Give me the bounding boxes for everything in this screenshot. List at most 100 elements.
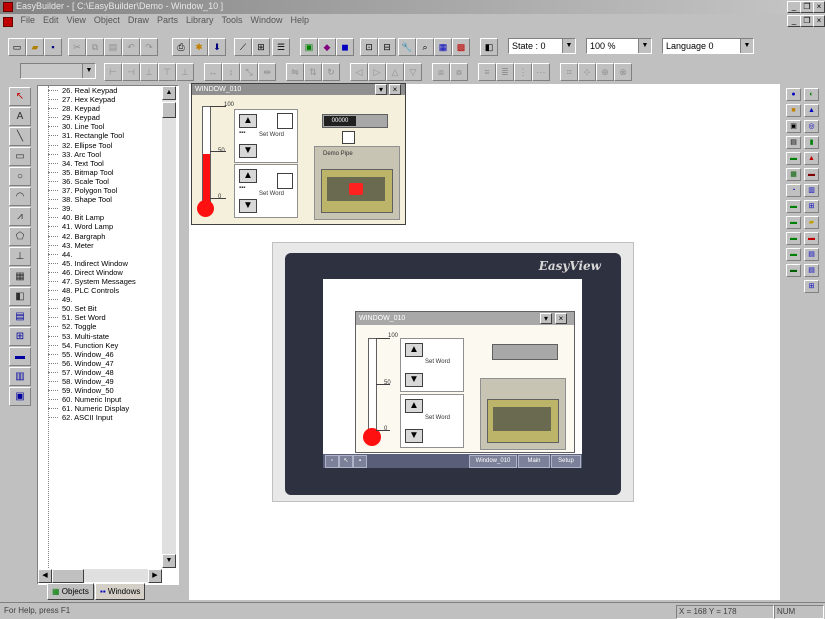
order-back-icon[interactable]: ⧇: [450, 63, 468, 81]
object-select[interactable]: ▼: [20, 63, 96, 79]
snap3-icon[interactable]: ⊕: [596, 63, 614, 81]
table-draw-icon[interactable]: ▤: [9, 307, 31, 326]
fill-icon[interactable]: ◼: [336, 38, 354, 56]
bitmap-draw-icon[interactable]: ▦: [9, 267, 31, 286]
paste-icon[interactable]: ▤: [104, 38, 122, 56]
checkbox-2[interactable]: [277, 173, 293, 189]
scroll-up-icon[interactable]: ▲: [162, 86, 176, 100]
restore-icon[interactable]: ❐: [800, 1, 814, 13]
menu-window[interactable]: Window: [246, 14, 286, 26]
close-icon[interactable]: ×: [813, 1, 825, 13]
tab-windows[interactable]: ▪▪ Windows: [95, 583, 146, 600]
snap2-icon[interactable]: ⊹: [578, 63, 596, 81]
tree-item[interactable]: 37. Polygon Tool: [38, 186, 178, 195]
tree-item[interactable]: 57. Window_48: [38, 368, 178, 377]
bring-front-icon[interactable]: ▣: [300, 38, 318, 56]
align-top-icon[interactable]: ⊤: [158, 63, 176, 81]
language-select[interactable]: Language 0 ▼: [662, 38, 754, 54]
ascii-icon[interactable]: ▬: [804, 168, 819, 181]
checkbox-1[interactable]: [277, 113, 293, 129]
event-icon[interactable]: ▬: [786, 232, 801, 245]
bar-draw-icon[interactable]: ▬: [9, 347, 31, 366]
scroll-thumb[interactable]: [162, 102, 176, 118]
zoom-select[interactable]: 100 % ▼: [586, 38, 652, 54]
tree-item[interactable]: 45. Indirect Window: [38, 259, 178, 268]
bit-lamp-icon[interactable]: ●: [786, 88, 801, 101]
tab-objects[interactable]: ▦ Objects: [47, 583, 94, 600]
group-icon[interactable]: ⊡: [360, 38, 378, 56]
tree-item[interactable]: 58. Window_49: [38, 377, 178, 386]
panel-dropdown-icon[interactable]: ▾: [375, 84, 387, 95]
hmi-dropdown-icon[interactable]: ▾: [540, 313, 552, 324]
line-tool-icon[interactable]: ⟋: [234, 38, 252, 56]
object-tree[interactable]: 26. Real Keypad 27. Hex Keypad 28. Keypad 2…: [37, 85, 179, 585]
tree-item[interactable]: 28. Keypad: [38, 104, 178, 113]
line-draw-icon[interactable]: ╲: [9, 127, 31, 146]
polyline-draw-icon[interactable]: ⩘: [9, 207, 31, 226]
trend-draw-icon[interactable]: ▣: [9, 387, 31, 406]
hmi-increment-icon[interactable]: ▲: [405, 399, 423, 413]
menu-parts[interactable]: Parts: [153, 14, 182, 26]
hmi-footer-btn-3[interactable]: Setup: [551, 455, 581, 468]
bargraph-icon[interactable]: ▥: [804, 184, 819, 197]
hmi-decrement-icon[interactable]: ▼: [405, 429, 423, 443]
slider-icon[interactable]: ▮: [804, 136, 819, 149]
tree-item[interactable]: 26. Real Keypad: [38, 86, 178, 95]
numeric-input-icon[interactable]: ▬: [786, 152, 801, 165]
color-icon[interactable]: ◆: [318, 38, 336, 56]
hmi-close-icon[interactable]: ×: [555, 313, 567, 324]
flip-h-icon[interactable]: ⇋: [286, 63, 304, 81]
copy-icon[interactable]: ⧉: [86, 38, 104, 56]
tree-item[interactable]: 54. Function Key: [38, 341, 178, 350]
minimize-icon[interactable]: _: [787, 1, 801, 13]
menu-tools[interactable]: Tools: [217, 14, 246, 26]
chart-draw-icon[interactable]: ▥: [9, 367, 31, 386]
nudge-up-icon[interactable]: △: [386, 63, 404, 81]
indicator-box[interactable]: [342, 131, 355, 144]
tree-item[interactable]: 52. Toggle: [38, 322, 178, 331]
message-icon[interactable]: ▰: [804, 216, 819, 229]
state-prev-icon[interactable]: ◧: [480, 38, 498, 56]
animation-icon[interactable]: ▬: [804, 232, 819, 245]
flip-v-icon[interactable]: ⇅: [304, 63, 322, 81]
scroll-left-icon[interactable]: ◀: [38, 569, 52, 583]
redo-icon[interactable]: ↷: [140, 38, 158, 56]
trend-icon[interactable]: ▬: [786, 200, 801, 213]
panel-close-icon[interactable]: ×: [389, 84, 401, 95]
align-center-icon[interactable]: ⊣: [122, 63, 140, 81]
window-panel[interactable]: WINDOW_010 ▾ × 100 50 0 ▲ ▼ ▪▪▪ Set Word…: [191, 83, 406, 225]
ellipse-draw-icon[interactable]: ○: [9, 167, 31, 186]
menu-help[interactable]: Help: [287, 14, 314, 26]
set-word-icon[interactable]: ▲: [804, 104, 819, 117]
meter-icon[interactable]: ◔: [786, 184, 801, 197]
word-lamp-icon[interactable]: ◐: [804, 88, 819, 101]
select-arrow-icon[interactable]: ↖: [9, 87, 31, 106]
tree-item[interactable]: 47. System Messages: [38, 277, 178, 286]
tree-item[interactable]: 62. ASCII Input: [38, 413, 178, 422]
data-transfer-icon[interactable]: ▬: [786, 264, 801, 277]
cut-icon[interactable]: ✂: [68, 38, 86, 56]
hscroll-thumb[interactable]: [52, 569, 84, 583]
find-icon[interactable]: ⌕: [416, 38, 434, 56]
toggle-icon[interactable]: ◎: [804, 120, 819, 133]
same-size-icon[interactable]: ⤡: [240, 63, 258, 81]
tree-item[interactable]: 35. Bitmap Tool: [38, 168, 178, 177]
tree-item[interactable]: 34. Text Tool: [38, 159, 178, 168]
tree-item[interactable]: 49.: [38, 295, 178, 304]
menu-draw[interactable]: Draw: [124, 14, 153, 26]
polygon-draw-icon[interactable]: ⬠: [9, 227, 31, 246]
menu-object[interactable]: Object: [90, 14, 124, 26]
tree-item[interactable]: 44.: [38, 250, 178, 259]
menu-library[interactable]: Library: [182, 14, 218, 26]
hmi-screen[interactable]: WINDOW_010 ▾ × 100 50 0 ▲ ▼ Set Word ▲ ▼…: [323, 279, 582, 468]
tree-item[interactable]: 51. Set Word: [38, 313, 178, 322]
tree-hscrollbar[interactable]: ◀ ▶: [38, 569, 162, 583]
tree-item[interactable]: 31. Rectangle Tool: [38, 131, 178, 140]
layer3-icon[interactable]: ⋮: [514, 63, 532, 81]
rotate-icon[interactable]: ↻: [322, 63, 340, 81]
hmi-footer-btn-2[interactable]: Main: [518, 455, 550, 468]
tree-item[interactable]: 53. Multi-state: [38, 332, 178, 341]
scale-draw-icon[interactable]: ⊥: [9, 247, 31, 266]
hmi-grid-icon[interactable]: ▪: [353, 455, 367, 468]
pie-icon[interactable]: ▬: [786, 216, 801, 229]
